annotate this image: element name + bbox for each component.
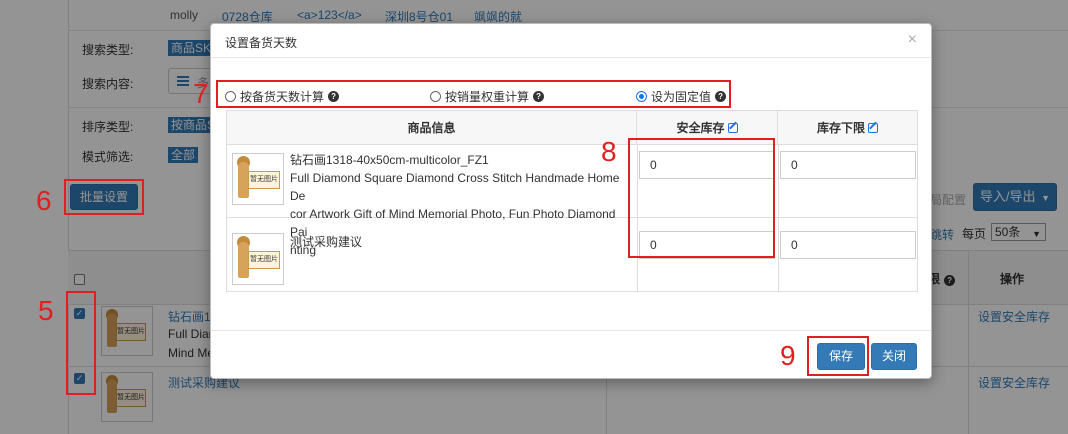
annotation-box-5	[66, 291, 96, 395]
divider	[778, 145, 779, 291]
product-name: 测试采购建议	[290, 235, 363, 249]
min-stock-header[interactable]: 库存下限	[778, 111, 917, 145]
edit-icon[interactable]	[868, 123, 878, 133]
min-stock-input[interactable]	[780, 231, 916, 259]
close-icon[interactable]: ×	[908, 31, 917, 49]
annotation-number-8: 8	[601, 136, 617, 167]
product-thumbnail: 暂无图片	[232, 233, 284, 285]
min-stock-input[interactable]	[780, 151, 916, 179]
annotation-number-5: 5	[38, 295, 54, 326]
product-info-header: 商品信息	[227, 111, 637, 145]
dialog-header: 设置备货天数 ×	[211, 24, 931, 58]
annotation-box-9	[807, 336, 869, 376]
annotation-number-6: 6	[36, 185, 52, 216]
annotation-box-8	[628, 138, 775, 258]
product-thumbnail: 暂无图片	[232, 153, 284, 205]
close-button[interactable]: 关闭	[871, 343, 917, 370]
stock-settings-table: 商品信息 安全库存 库存下限 暂无图片 钻石画1318-40x50cm-mult…	[226, 110, 918, 292]
annotation-number-9: 9	[780, 340, 796, 371]
annotation-box-7	[216, 80, 731, 108]
dialog-title: 设置备货天数	[225, 36, 298, 50]
stock-days-dialog: 设置备货天数 × 按备货天数计算 ? 按销量权重计算 ? 设为固定值 ? 商品信…	[210, 23, 932, 379]
edit-icon[interactable]	[727, 123, 738, 133]
annotation-number-7: 7	[193, 78, 209, 109]
dialog-footer-divider	[211, 330, 931, 331]
annotation-box-6	[64, 179, 144, 215]
